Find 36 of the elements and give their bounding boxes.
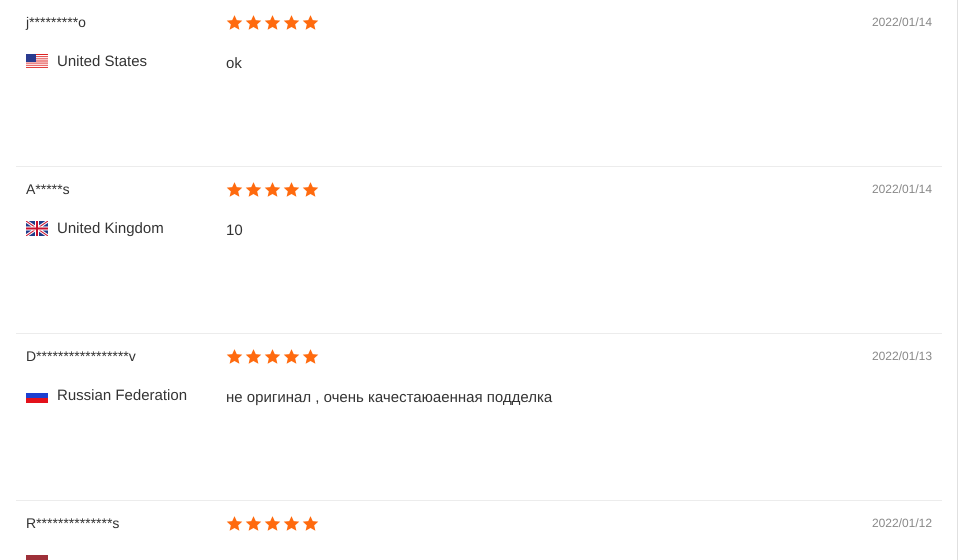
review-text: ok: [226, 54, 243, 74]
review-date: 2022/01/13: [870, 348, 932, 365]
country-name: Russian Federation: [57, 386, 188, 404]
star-icon: [264, 348, 281, 364]
star-icon: [226, 180, 243, 198]
reviewer-name: R**************s: [26, 514, 120, 533]
reviewer-name: A*****s: [26, 180, 71, 199]
star-icon: [302, 180, 319, 198]
star-icon: [226, 348, 243, 364]
star-icon: [245, 348, 262, 364]
country-name: United Kingdom: [57, 220, 164, 236]
flag-icon: [26, 220, 48, 236]
star-icon: [264, 14, 281, 30]
star-icon: [264, 514, 281, 532]
review-date: 2022/01/14: [870, 14, 932, 31]
star-icon: [245, 14, 262, 30]
star-icon: [245, 180, 262, 198]
star-icon: [264, 180, 281, 198]
star-icon: [283, 14, 300, 30]
star-icon: [283, 180, 300, 198]
country-name: United States: [57, 52, 148, 70]
star-icon: [226, 14, 243, 30]
star-icon: [302, 348, 319, 364]
review-text: 10: [226, 221, 244, 241]
star-icon: [283, 348, 300, 364]
reviewer-name: j*********o: [26, 13, 87, 32]
star-icon: [283, 514, 300, 532]
star-icon: [302, 514, 319, 532]
star-icon: [245, 514, 262, 532]
star-icon: [226, 514, 243, 532]
review-text: не оригинал , очень качестаюаенная подделка: [226, 388, 554, 408]
reviewer-name: D*****************v: [26, 347, 137, 366]
flag-icon: [26, 54, 48, 68]
review-date: 2022/01/14: [870, 181, 932, 198]
star-icon: [302, 14, 319, 30]
review-date: 2022/01/12: [870, 515, 932, 532]
